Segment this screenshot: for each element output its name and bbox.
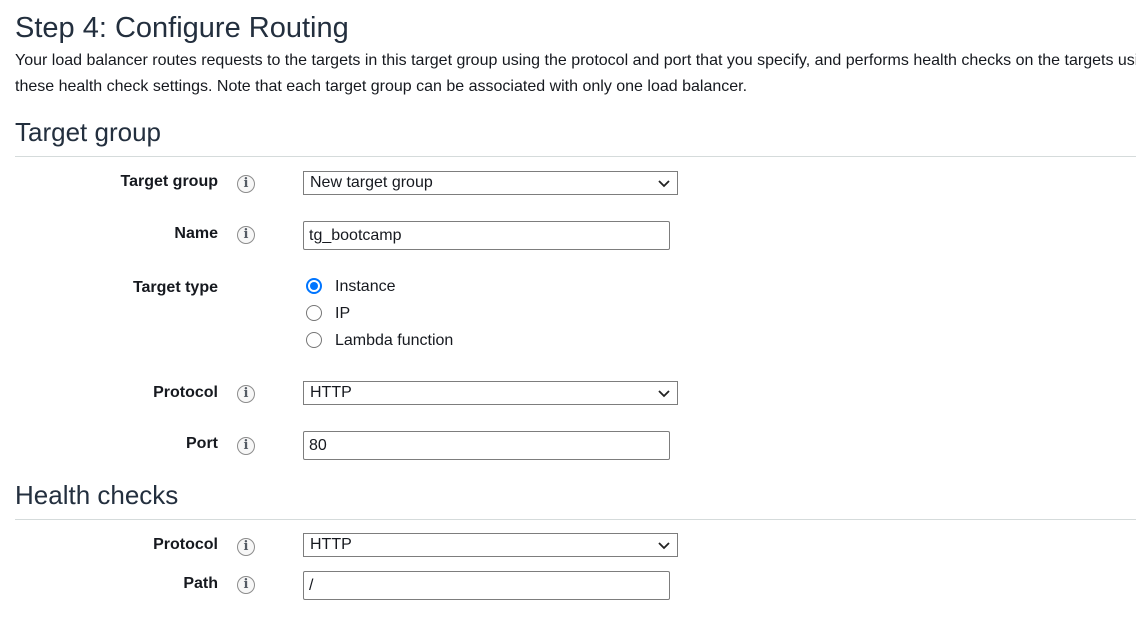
info-icon[interactable]: i bbox=[237, 175, 255, 193]
info-icon[interactable]: i bbox=[237, 538, 255, 556]
port-input-value: 80 bbox=[309, 437, 327, 454]
target-type-option-label: IP bbox=[335, 305, 351, 322]
target-type-option-label: Lambda function bbox=[335, 332, 454, 349]
chevron-down-icon bbox=[658, 390, 670, 398]
section-divider bbox=[15, 156, 1136, 157]
health-path-input-value: / bbox=[309, 577, 314, 594]
target-group-label: Target group bbox=[120, 173, 218, 190]
page-description: Your load balancer routes requests to th… bbox=[15, 52, 1136, 95]
target-group-select[interactable]: New target group bbox=[303, 171, 678, 195]
name-input-value: tg_bootcamp bbox=[309, 227, 402, 244]
name-input[interactable]: tg_bootcamp bbox=[303, 221, 670, 250]
target-type-radio-instance[interactable] bbox=[306, 278, 322, 294]
page-title: Step 4: Configure Routing bbox=[15, 12, 349, 44]
port-label: Port bbox=[186, 435, 218, 452]
info-icon[interactable]: i bbox=[237, 576, 255, 594]
health-protocol-select-value: HTTP bbox=[310, 536, 352, 553]
protocol-select[interactable]: HTTP bbox=[303, 381, 678, 405]
section-title-target-group: Target group bbox=[15, 117, 161, 147]
health-protocol-select[interactable]: HTTP bbox=[303, 533, 678, 557]
health-path-label: Path bbox=[183, 575, 218, 592]
section-divider bbox=[15, 519, 1136, 520]
section-title-health-checks: Health checks bbox=[15, 480, 179, 510]
port-input[interactable]: 80 bbox=[303, 431, 670, 460]
info-icon[interactable]: i bbox=[237, 226, 255, 244]
health-protocol-label: Protocol bbox=[153, 536, 218, 553]
target-group-select-value: New target group bbox=[310, 174, 433, 191]
name-label: Name bbox=[174, 225, 218, 242]
target-type-radio-ip[interactable] bbox=[306, 305, 322, 321]
protocol-select-value: HTTP bbox=[310, 384, 352, 401]
target-type-label: Target type bbox=[132, 279, 218, 296]
health-path-input[interactable]: / bbox=[303, 571, 670, 600]
chevron-down-icon bbox=[658, 542, 670, 550]
protocol-label: Protocol bbox=[153, 384, 218, 401]
target-type-radio-lambda[interactable] bbox=[306, 332, 322, 348]
info-icon[interactable]: i bbox=[237, 437, 255, 455]
target-type-option-label: Instance bbox=[335, 278, 396, 295]
chevron-down-icon bbox=[658, 180, 670, 188]
info-icon[interactable]: i bbox=[237, 385, 255, 403]
